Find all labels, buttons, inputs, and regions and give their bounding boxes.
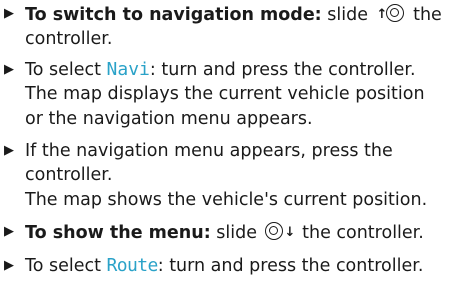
- menu-item-navi: Navi: [106, 59, 150, 80]
- step-text-fragment: : turn and press the controller.: [157, 256, 424, 276]
- bullet-triangle-icon: ▶: [4, 224, 14, 239]
- bullet-triangle-icon: ▶: [4, 62, 14, 77]
- step-text: To show the menu: slide ↓ the controller…: [25, 220, 462, 245]
- step-text: To select Route: turn and press the cont…: [25, 254, 462, 278]
- step-text-fragment: slide: [210, 223, 263, 243]
- instruction-step-5: ▶ To select Route: turn and press the co…: [0, 254, 462, 278]
- slide-down-controller-icon: ↓: [263, 220, 297, 242]
- step-text: If the navigation menu appears, press th…: [25, 139, 462, 212]
- menu-item-route: Route: [106, 255, 159, 276]
- bullet-triangle-icon: ▶: [4, 258, 14, 273]
- bullet-triangle-icon: ▶: [4, 143, 14, 158]
- step-text-fragment: the: [407, 5, 442, 25]
- instruction-step-3: ▶ If the navigation menu appears, press …: [0, 139, 462, 212]
- step-heading: To show the menu:: [25, 223, 211, 243]
- controller-knob-icon: [264, 222, 283, 240]
- step-text-line: The map shows the vehicle's current posi…: [25, 189, 428, 210]
- step-text-line: controller.: [25, 29, 113, 50]
- step-text-line: If the navigation menu appears, press th…: [25, 141, 393, 161]
- step-text-fragment: : turn and press the controller.: [149, 60, 416, 80]
- step-text-line: or the navigation menu appears.: [25, 108, 313, 129]
- step-text-fragment: To select: [25, 256, 107, 276]
- slide-up-controller-icon: ↑: [374, 2, 408, 24]
- step-text-fragment: slide: [321, 5, 374, 25]
- instruction-step-4: ▶ To show the menu: slide ↓ the controll…: [0, 220, 462, 245]
- step-text-line: controller.: [25, 165, 113, 186]
- down-arrow-icon: ↓: [284, 225, 296, 240]
- step-text: To select Navi: turn and press the contr…: [25, 58, 462, 131]
- step-heading: To switch to navigation mode:: [25, 5, 322, 25]
- step-text-line: The map displays the current vehicle pos…: [25, 84, 425, 105]
- instruction-list: ▶ To switch to navigation mode: slide ↑ …: [0, 0, 462, 284]
- instruction-step-1: ▶ To switch to navigation mode: slide ↑ …: [0, 2, 462, 52]
- controller-knob-icon: [385, 4, 404, 22]
- step-text: To switch to navigation mode: slide ↑ th…: [25, 2, 462, 52]
- instruction-step-2: ▶ To select Navi: turn and press the con…: [0, 58, 462, 131]
- step-text-fragment: the controller.: [296, 223, 424, 243]
- step-text-fragment: To select: [25, 60, 107, 80]
- bullet-triangle-icon: ▶: [4, 6, 14, 21]
